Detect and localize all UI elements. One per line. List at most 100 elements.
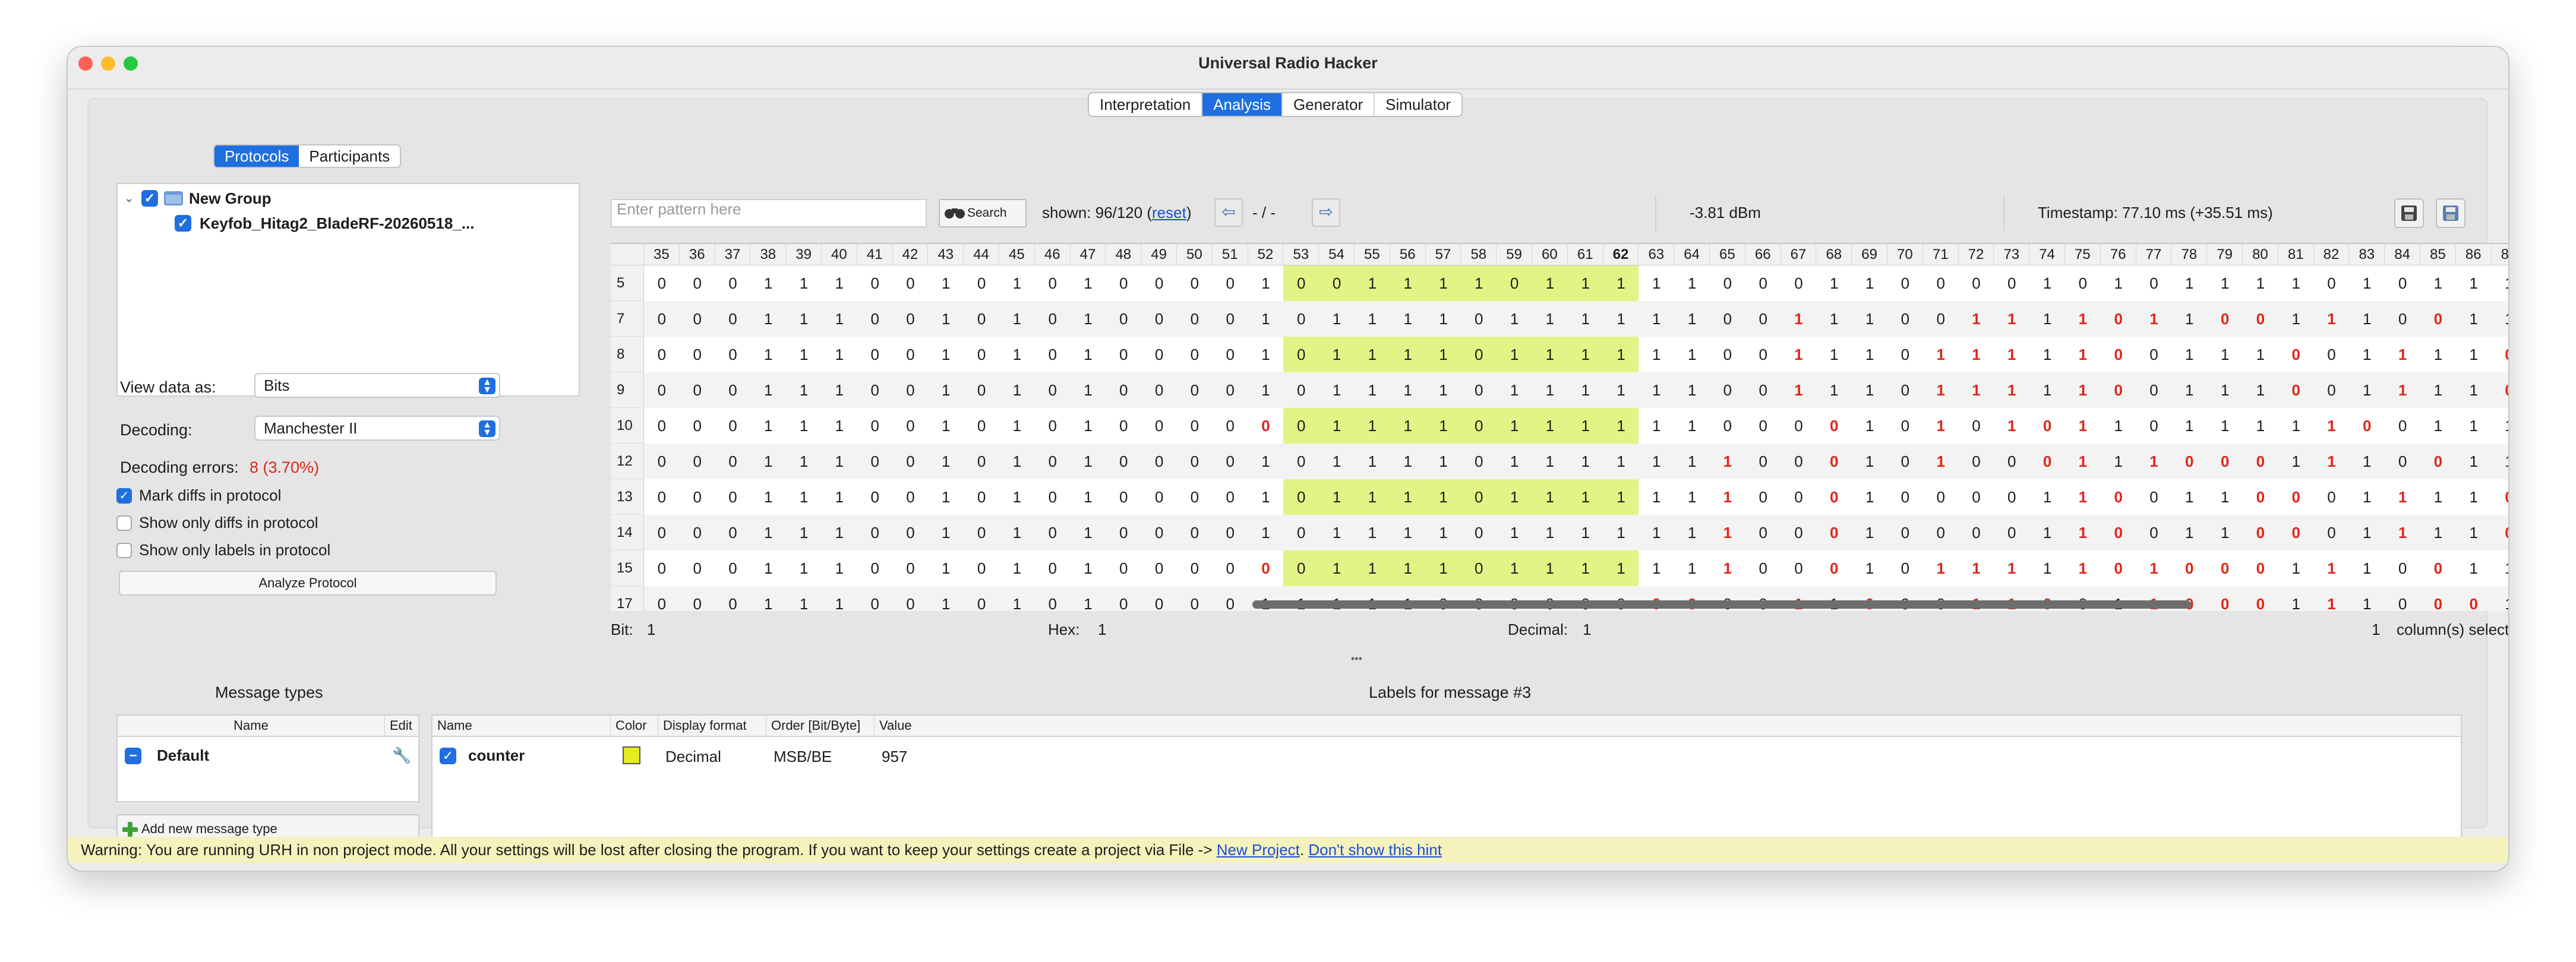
bit-cell[interactable]: 0 [1959,444,1994,479]
bit-cell[interactable]: 1 [1071,408,1106,444]
bit-cell[interactable]: 0 [1781,515,1817,550]
bit-cell[interactable]: 0 [2385,550,2420,586]
bit-cell[interactable]: 1 [1603,372,1639,408]
bit-cell[interactable]: 0 [1461,372,1497,408]
bit-cell[interactable]: 1 [2065,301,2101,337]
bit-cell[interactable]: 1 [2385,337,2420,372]
bit-cell[interactable]: 1 [822,444,857,479]
bit-cell[interactable]: 1 [2243,372,2278,408]
bit-cell[interactable]: 0 [715,372,751,408]
bit-cell[interactable]: 0 [2278,337,2314,372]
bit-cell[interactable]: 1 [1071,586,1106,611]
bit-cell[interactable]: 1 [2171,408,2207,444]
bit-cell[interactable]: 0 [2101,550,2136,586]
bit-cell[interactable]: 1 [786,408,822,444]
bit-cell[interactable]: 1 [822,550,857,586]
bit-cell[interactable]: 0 [1283,301,1319,337]
bit-cell[interactable]: 0 [1710,408,1745,444]
bit-cell[interactable]: 0 [1781,444,1817,479]
bit-cell[interactable]: 1 [1532,550,1568,586]
show-only-labels-checkbox[interactable] [116,542,132,558]
bit-cell[interactable]: 1 [1639,337,1674,372]
bit-cell[interactable]: 1 [1497,479,1532,515]
bit-cell[interactable]: 0 [1959,515,1994,550]
bit-cell[interactable]: 0 [1035,337,1071,372]
bit-cell[interactable]: 1 [1248,372,1284,408]
bit-cell[interactable]: 0 [1248,408,1284,444]
bit-cell[interactable]: 1 [2456,479,2492,515]
bit-cell[interactable]: 1 [1426,444,1461,479]
bit-cell[interactable]: 0 [1781,408,1817,444]
bit-cell[interactable]: 1 [1355,479,1390,515]
column-header[interactable]: 41 [857,244,893,265]
bit-cell[interactable]: 1 [1248,444,1284,479]
column-header[interactable]: 53 [1283,244,1319,265]
bit-cell[interactable]: 1 [786,586,822,611]
bit-cell[interactable]: 1 [999,550,1035,586]
column-header[interactable]: 59 [1497,244,1532,265]
bit-cell[interactable]: 0 [1106,408,1141,444]
bit-cell[interactable]: 0 [1035,515,1071,550]
bit-cell[interactable]: 1 [1497,550,1532,586]
bit-cell[interactable]: 0 [2065,265,2101,301]
protocol-checkbox[interactable]: ✓ [175,215,191,232]
bit-cell[interactable]: 0 [1959,408,1994,444]
bit-cell[interactable]: 1 [2314,301,2350,337]
bit-cell[interactable]: 1 [2420,479,2456,515]
bit-cell[interactable]: 0 [2492,337,2508,372]
bit-cell[interactable]: 0 [964,479,999,515]
bit-cell[interactable]: 0 [1177,337,1213,372]
column-header[interactable]: 69 [1852,244,1887,265]
bit-cell[interactable]: 0 [1461,479,1497,515]
bit-cell[interactable]: 1 [1994,301,2029,337]
bit-cell[interactable]: 1 [2456,265,2492,301]
bit-cell[interactable]: 0 [1745,444,1781,479]
bit-cell[interactable]: 1 [1319,301,1355,337]
bit-cell[interactable]: 1 [1568,337,1603,372]
bit-cell[interactable]: 1 [2278,444,2314,479]
bit-cell[interactable]: 1 [1426,301,1461,337]
splitter-handle[interactable]: ••• [1351,653,1362,665]
bit-cell[interactable]: 0 [1283,444,1319,479]
bit-cell[interactable]: 1 [1355,550,1390,586]
bit-cell[interactable]: 1 [750,337,786,372]
bit-cell[interactable]: 1 [1426,515,1461,550]
bit-cell[interactable]: 0 [1141,444,1177,479]
label-row[interactable]: ✓ counter [440,746,525,765]
bit-cell[interactable]: 0 [1745,372,1781,408]
bit-cell[interactable]: 0 [857,586,893,611]
bit-cell[interactable]: 1 [1390,408,1426,444]
bit-cell[interactable]: 1 [928,337,964,372]
row-header[interactable]: 13 [611,479,644,515]
column-header[interactable]: 44 [964,244,999,265]
bit-cell[interactable]: 1 [2456,444,2492,479]
bit-cell[interactable]: 1 [1497,515,1532,550]
bit-cell[interactable]: 1 [2101,408,2136,444]
bit-cell[interactable]: 1 [2349,515,2385,550]
bit-cell[interactable]: 1 [1959,301,1994,337]
column-header[interactable]: 73 [1994,244,2030,265]
bit-cell[interactable]: 1 [1994,408,2029,444]
bit-cell[interactable]: 0 [2136,265,2172,301]
bit-cell[interactable]: 1 [1959,337,1994,372]
bit-cell[interactable]: 0 [964,586,999,611]
bit-cell[interactable]: 0 [2136,479,2172,515]
bit-cell[interactable]: 0 [1781,265,1817,301]
bit-cell[interactable]: 1 [1710,444,1745,479]
bit-cell[interactable]: 0 [680,301,715,337]
show-only-labels-option[interactable]: Show only labels in protocol [116,541,330,559]
bit-cell[interactable]: 0 [1213,337,1248,372]
bit-cell[interactable]: 1 [2314,586,2350,611]
bit-cell[interactable]: 0 [1213,301,1248,337]
bit-cell[interactable]: 1 [1355,337,1390,372]
bit-cell[interactable]: 0 [2243,586,2278,611]
bit-cell[interactable]: 1 [1923,408,1959,444]
bit-cell[interactable]: 0 [1923,479,1959,515]
bit-cell[interactable]: 1 [2029,479,2065,515]
bit-cell[interactable]: 0 [1816,479,1852,515]
bit-cell[interactable]: 1 [2420,372,2456,408]
column-header[interactable]: 48 [1106,244,1142,265]
bit-cell[interactable]: 0 [893,586,929,611]
bit-cell[interactable]: 0 [1106,479,1141,515]
bit-cell[interactable]: 1 [2029,265,2065,301]
